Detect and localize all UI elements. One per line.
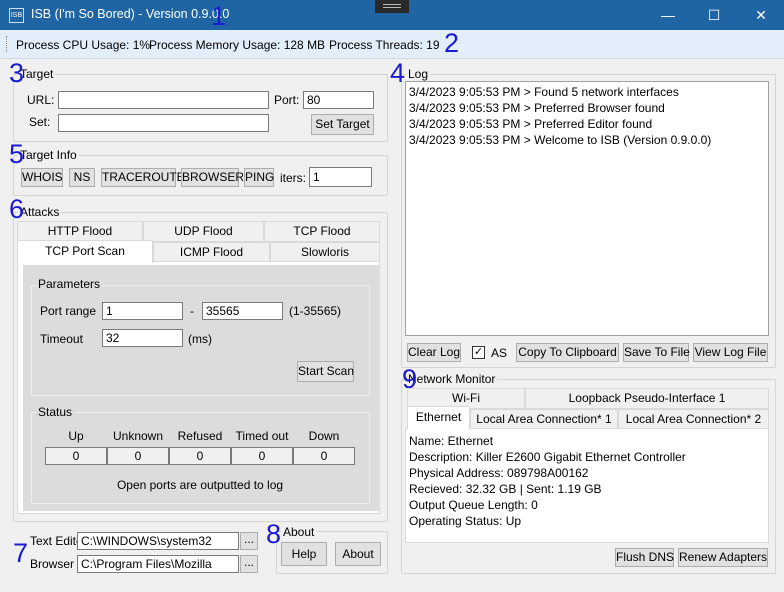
about-group-label: About [281, 525, 317, 539]
network-monitor-label: Network Monitor [406, 372, 498, 386]
port-range-dash: - [190, 304, 194, 318]
status-grip [6, 36, 9, 52]
attacks-label: Attacks [18, 205, 62, 219]
browser-label: Browser [30, 557, 75, 571]
status-col-up: Up [68, 429, 84, 443]
parameters-label: Parameters [36, 277, 103, 291]
app-icon: ISB [9, 8, 24, 23]
whois-button[interactable]: WHOIS [21, 168, 63, 187]
port-input[interactable]: 80 [303, 91, 374, 109]
annotation-7: 7 [13, 538, 29, 568]
log-line: 3/4/2023 9:05:53 PM > Welcome to ISB (Ve… [409, 133, 712, 147]
timeout-unit: (ms) [188, 332, 212, 346]
net-detail-description: Description: Killer E2600 Gigabit Ethern… [409, 450, 686, 464]
annotation-1: 1 [211, 1, 227, 31]
tab-http-flood[interactable]: HTTP Flood [17, 221, 143, 242]
browser-button[interactable]: BROWSER [181, 168, 244, 187]
drag-handle[interactable] [375, 0, 409, 13]
port-range-label: Port range [40, 304, 97, 318]
tab-loopback[interactable]: Loopback Pseudo-Interface 1 [525, 388, 769, 409]
renew-adapters-button[interactable]: Renew Adapters [678, 548, 768, 567]
iters-label: iters: [280, 171, 307, 185]
status-col-refused: Refused [177, 429, 223, 443]
browser-path[interactable]: C:\Program Files\Mozilla [77, 555, 239, 573]
status-col-timed-out: Timed out [235, 429, 289, 443]
about-button[interactable]: About [335, 542, 381, 566]
traceroute-button[interactable]: TRACEROUTE [101, 168, 185, 187]
url-label: URL: [27, 93, 55, 107]
log-group-label: Log [406, 67, 431, 81]
annotation-3: 3 [9, 58, 25, 88]
save-to-file-button[interactable]: Save To File [623, 343, 690, 362]
set-label: Set: [29, 115, 51, 129]
view-log-file-button[interactable]: View Log File [693, 343, 768, 362]
ns-button[interactable]: NS [69, 168, 95, 187]
maximize-icon[interactable]: ☐ [691, 0, 737, 30]
annotation-2: 2 [444, 28, 460, 58]
scan-note: Open ports are outputted to log [116, 478, 284, 492]
status-value-unknown: 0 [107, 447, 169, 465]
flush-dns-button[interactable]: Flush DNS [615, 548, 674, 567]
url-input[interactable] [58, 91, 269, 109]
help-button[interactable]: Help [281, 542, 327, 566]
annotation-4: 4 [390, 58, 406, 88]
set-input[interactable] [58, 114, 269, 132]
tab-local-area-connection-1[interactable]: Local Area Connection* 1 [470, 409, 618, 429]
timeout-input[interactable]: 32 [102, 329, 183, 347]
tab-udp-flood[interactable]: UDP Flood [143, 221, 264, 242]
window-title: ISB (I'm So Bored) - Version 0.9.0.0 [31, 7, 230, 21]
port-label: Port: [274, 93, 300, 107]
annotation-5: 5 [9, 139, 25, 169]
ping-button[interactable]: PING [244, 168, 274, 187]
start-scan-button[interactable]: Start Scan [297, 361, 354, 382]
status-value-up: 0 [45, 447, 107, 465]
port-from-input[interactable]: 1 [102, 302, 183, 320]
tab-local-area-connection-2[interactable]: Local Area Connection* 2 [618, 409, 769, 429]
scan-status-label: Status [36, 405, 75, 419]
status-col-down: Down [308, 429, 340, 443]
tab-ethernet[interactable]: Ethernet [407, 406, 470, 429]
as-label: AS [491, 346, 508, 360]
tab-tcp-flood[interactable]: TCP Flood [264, 221, 380, 242]
browse-browser-button[interactable]: ... [240, 555, 258, 573]
status-value-down: 0 [293, 447, 355, 465]
net-detail-mac: Physical Address: 089798A00162 [409, 466, 589, 480]
browse-editor-button[interactable]: ... [240, 532, 258, 550]
as-checkbox[interactable]: ✓ [472, 346, 485, 359]
text-editor-path[interactable]: C:\WINDOWS\system32 [77, 532, 239, 550]
network-tab-panel: Name: Ethernet Description: Killer E2600… [405, 428, 769, 543]
tab-tcp-port-scan[interactable]: TCP Port Scan [17, 240, 153, 263]
tab-slowloris[interactable]: Slowloris [270, 242, 380, 262]
port-range-hint: (1-35565) [289, 304, 342, 318]
net-detail-name: Name: Ethernet [409, 434, 494, 448]
close-icon[interactable]: ✕ [738, 0, 784, 30]
annotation-6: 6 [9, 194, 25, 224]
net-detail-status: Operating Status: Up [409, 514, 522, 528]
tab-icmp-flood[interactable]: ICMP Flood [153, 242, 270, 262]
cpu-usage: Process CPU Usage: 1% [16, 38, 151, 52]
status-col-unknown: Unknown [112, 429, 164, 443]
log-box[interactable]: 3/4/2023 9:05:53 PM > Found 5 network in… [405, 81, 769, 336]
port-to-input[interactable]: 35565 [202, 302, 283, 320]
net-detail-traffic: Recieved: 32.32 GB | Sent: 1.19 GB [409, 482, 602, 496]
copy-to-clipboard-button[interactable]: Copy To Clipboard [516, 343, 619, 362]
log-line: 3/4/2023 9:05:53 PM > Preferred Editor f… [409, 117, 653, 131]
timeout-label: Timeout [40, 332, 83, 346]
set-target-button[interactable]: Set Target [311, 114, 374, 135]
log-line: 3/4/2023 9:05:53 PM > Preferred Browser … [409, 101, 665, 115]
log-line: 3/4/2023 9:05:53 PM > Found 5 network in… [409, 85, 679, 99]
status-value-timed-out: 0 [231, 447, 293, 465]
status-value-refused: 0 [169, 447, 231, 465]
minimize-icon[interactable]: — [645, 0, 691, 30]
net-detail-queue: Output Queue Length: 0 [409, 498, 538, 512]
memory-usage: Process Memory Usage: 128 MB [149, 38, 326, 52]
title-bar[interactable]: ISB ISB (I'm So Bored) - Version 0.9.0.0… [0, 0, 784, 30]
status-bar: Process CPU Usage: 1% Process Memory Usa… [0, 30, 784, 59]
thread-count: Process Threads: 19 [329, 38, 440, 52]
clear-log-button[interactable]: Clear Log [407, 343, 461, 362]
iters-input[interactable]: 1 [309, 167, 372, 187]
target-info-label: Target Info [18, 148, 79, 162]
annotation-8: 8 [266, 519, 282, 549]
